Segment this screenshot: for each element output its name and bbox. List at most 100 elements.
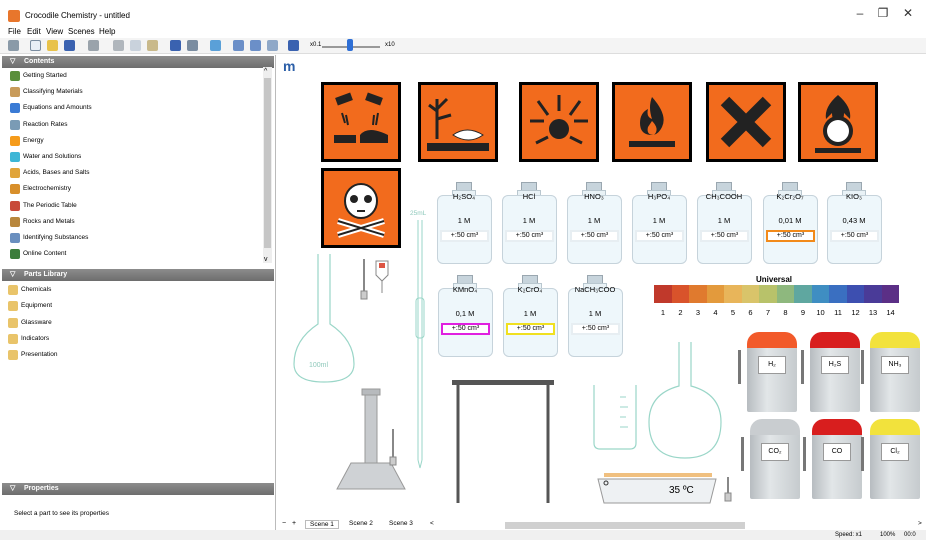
print-icon[interactable] — [88, 40, 99, 51]
cylinder-valve-icon[interactable] — [741, 437, 744, 471]
bottle-volume[interactable]: +:50 cm³ — [830, 230, 879, 242]
contents-item[interactable]: Classifying Materials — [10, 85, 260, 100]
contents-scroll-thumb[interactable] — [264, 78, 271, 248]
paste-icon[interactable] — [147, 40, 158, 51]
bottle-volume[interactable]: +:50 cm³ — [571, 323, 620, 335]
open-folder-icon[interactable] — [47, 40, 58, 51]
menu-file[interactable]: File — [8, 27, 21, 36]
restore-button[interactable]: ❐ — [873, 6, 893, 20]
save-icon[interactable] — [64, 40, 75, 51]
reagent-bottle[interactable]: HCl 1 M +:50 cm³ — [502, 182, 557, 264]
add-scene-button[interactable]: + — [292, 520, 296, 527]
bottle-volume[interactable]: +:50 cm³ — [766, 230, 815, 242]
fit-icon[interactable] — [267, 40, 278, 51]
zoom-out-icon[interactable] — [250, 40, 261, 51]
graph-icon[interactable] — [210, 40, 221, 51]
tab-scene-3[interactable]: Scene 3 — [385, 520, 417, 527]
parts-item[interactable]: Chemicals — [8, 283, 258, 298]
bottle-volume[interactable]: +:50 cm³ — [570, 230, 619, 242]
contents-item[interactable]: Reaction Rates — [10, 118, 260, 133]
reagent-bottle[interactable]: H₃PO₄ 1 M +:50 cm³ — [632, 182, 687, 264]
explosive-sign[interactable] — [517, 80, 601, 164]
reagent-bottle[interactable]: KMnO₄ 0,1 M +:50 cm³ — [438, 275, 493, 357]
menu-view[interactable]: View — [46, 27, 63, 36]
contents-item[interactable]: Getting Started — [10, 69, 260, 84]
reagent-bottle[interactable]: CH₃COOH 1 M +:50 cm³ — [697, 182, 752, 264]
undo-icon[interactable] — [170, 40, 181, 51]
parts-item[interactable]: Presentation — [8, 348, 258, 363]
parts-item[interactable]: Indicators — [8, 332, 258, 347]
contents-item[interactable]: Equations and Amounts — [10, 101, 260, 116]
flammable-sign[interactable] — [610, 80, 694, 164]
bottle-volume[interactable]: +:50 cm³ — [506, 323, 555, 335]
gas-cylinder[interactable]: H₂S — [810, 332, 860, 412]
reagent-bottle[interactable]: K₂CrO₄ 1 M +:50 cm³ — [503, 275, 558, 357]
contents-item[interactable]: Water and Solutions — [10, 150, 260, 165]
toxic-sign[interactable] — [319, 166, 403, 250]
redo-icon[interactable] — [187, 40, 198, 51]
pause-icon[interactable] — [288, 40, 299, 51]
properties-header[interactable]: ▽ Properties — [2, 483, 274, 495]
gas-cylinder[interactable]: CO₂ — [750, 419, 800, 499]
bottle-volume[interactable]: +:50 cm³ — [441, 323, 490, 335]
contents-item[interactable]: Online Content — [10, 247, 260, 262]
contents-item[interactable]: Energy — [10, 134, 260, 149]
bottle-volume[interactable]: +:50 cm³ — [440, 230, 489, 242]
zoom-in-icon[interactable] — [233, 40, 244, 51]
environmental-hazard-sign[interactable] — [416, 80, 500, 164]
corrosive-sign[interactable] — [319, 80, 403, 164]
reagent-bottle[interactable]: H₂SO₄ 1 M +:50 cm³ — [437, 182, 492, 264]
cut-icon[interactable] — [113, 40, 124, 51]
cylinder-valve-icon[interactable] — [738, 350, 741, 384]
oxidizing-sign[interactable] — [796, 80, 880, 164]
contents-item[interactable]: Electrochemistry — [10, 182, 260, 197]
menu-edit[interactable]: Edit — [27, 27, 41, 36]
dropper-stand[interactable] — [360, 255, 392, 305]
scroll-right-button[interactable]: > — [918, 520, 922, 527]
contents-item[interactable]: Identifying Substances — [10, 231, 260, 246]
bottle-volume[interactable]: +:50 cm³ — [505, 230, 554, 242]
harmful-sign[interactable] — [704, 80, 788, 164]
scroll-down-icon[interactable]: v — [264, 256, 268, 263]
gas-cylinder[interactable]: NH₃ — [870, 332, 920, 412]
remove-scene-button[interactable]: − — [282, 520, 286, 527]
copy-icon[interactable] — [130, 40, 141, 51]
tab-scene-2[interactable]: Scene 2 — [345, 520, 377, 527]
gas-cylinder[interactable]: CO — [812, 419, 862, 499]
parts-item[interactable]: Glassware — [8, 316, 258, 331]
cylinder-valve-icon[interactable] — [861, 437, 864, 471]
contents-item[interactable]: Rocks and Metals — [10, 215, 260, 230]
cylinder-valve-icon[interactable] — [801, 350, 804, 384]
round-bottom-flask[interactable] — [647, 340, 723, 460]
contents-item[interactable]: Acids, Bases and Salts — [10, 166, 260, 181]
reagent-bottle[interactable]: KIO₃ 0,43 M +:50 cm³ — [827, 182, 882, 264]
parts-library-header[interactable]: ▽ Parts Library — [2, 269, 274, 281]
minimize-button[interactable]: – — [850, 6, 870, 20]
crocodile-tool-icon[interactable] — [8, 40, 19, 51]
bottle-volume[interactable]: +:50 cm³ — [700, 230, 749, 242]
contents-header[interactable]: ▽ Contents — [2, 56, 274, 68]
reagent-bottle[interactable]: NaCH₃COO 1 M +:50 cm³ — [568, 275, 623, 357]
scroll-up-icon[interactable]: ^ — [264, 68, 267, 75]
reagent-bottle[interactable]: HNO₃ 1 M +:50 cm³ — [567, 182, 622, 264]
horizontal-scroll-thumb[interactable] — [505, 522, 745, 529]
parts-item[interactable]: Equipment — [8, 299, 258, 314]
gas-cylinder[interactable]: H₂ — [747, 332, 797, 412]
reagent-bottle[interactable]: K₂Cr₂O₇ 0,01 M +:50 cm³ — [763, 182, 818, 264]
bottle-volume[interactable]: +:50 cm³ — [635, 230, 684, 242]
contents-item[interactable]: The Periodic Table — [10, 199, 260, 214]
new-file-icon[interactable] — [30, 40, 41, 51]
close-button[interactable]: ✕ — [898, 6, 918, 20]
menu-scenes[interactable]: Scenes — [68, 27, 95, 36]
hot-plate[interactable] — [596, 471, 740, 505]
cylinder-valve-icon[interactable] — [861, 350, 864, 384]
scroll-left-button[interactable]: < — [430, 520, 434, 527]
tab-scene-1[interactable]: Scene 1 — [305, 520, 339, 529]
bunsen-burner[interactable] — [335, 385, 415, 493]
menu-help[interactable]: Help — [99, 27, 115, 36]
zoom-slider-thumb[interactable] — [347, 39, 353, 51]
cylinder-valve-icon[interactable] — [803, 437, 806, 471]
tripod-stand[interactable] — [450, 380, 556, 504]
gas-cylinder[interactable]: Cl₂ — [870, 419, 920, 499]
beaker[interactable] — [590, 383, 640, 451]
